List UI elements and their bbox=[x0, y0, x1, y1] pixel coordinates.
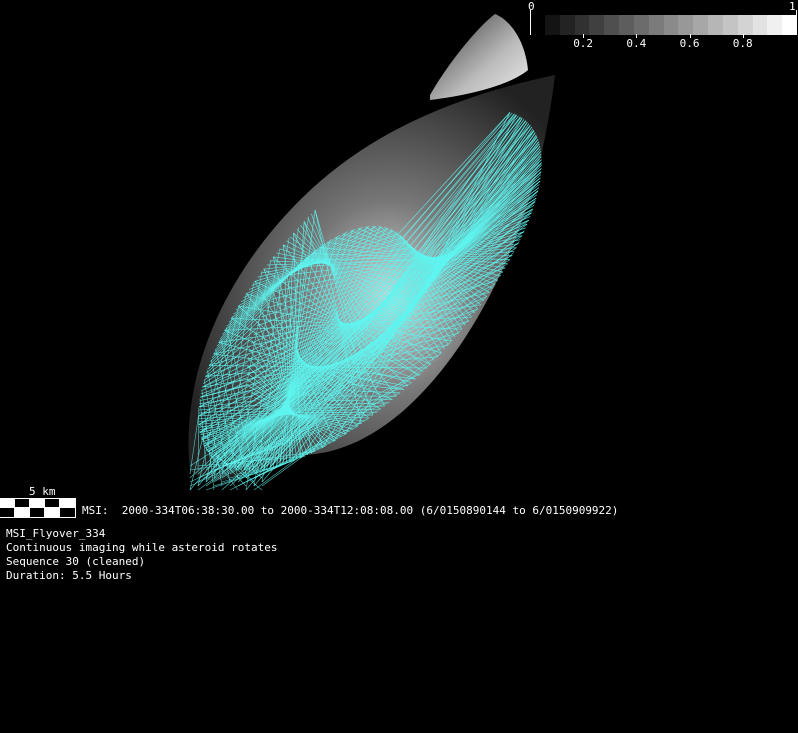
scale-bar-label: 5 km bbox=[29, 485, 56, 498]
colorbar-step bbox=[559, 15, 576, 35]
scale-bar-segment bbox=[29, 498, 46, 509]
colorbar-step bbox=[545, 15, 561, 35]
colorbar-step bbox=[678, 15, 694, 35]
colorbar-step bbox=[648, 15, 665, 35]
scale-bar-segment bbox=[0, 507, 16, 518]
scale-bar-segment bbox=[59, 507, 76, 518]
scale-bar-segment bbox=[44, 498, 61, 509]
scale-bar-segment bbox=[14, 498, 31, 509]
asteroid-view[interactable] bbox=[0, 0, 798, 733]
colorbar-step bbox=[752, 15, 768, 35]
sequence-duration: Duration: 5.5 Hours bbox=[6, 569, 132, 582]
colorbar-max-tick bbox=[796, 10, 797, 35]
colorbar-step bbox=[663, 15, 679, 35]
scale-bar-segment bbox=[44, 507, 61, 518]
colorbar-step bbox=[767, 15, 783, 35]
colorbar-tick-label: 0.4 bbox=[626, 37, 647, 50]
colorbar-step bbox=[693, 15, 709, 35]
colorbar-max-label: 1 bbox=[789, 0, 796, 13]
colorbar-step bbox=[722, 15, 739, 35]
scale-bar-segment bbox=[14, 507, 31, 518]
sequence-description: Continuous imaging while asteroid rotate… bbox=[6, 541, 278, 554]
colorbar-step bbox=[574, 15, 590, 35]
msi-time-range: MSI: 2000-334T06:38:30.00 to 2000-334T12… bbox=[82, 504, 619, 517]
sequence-title: MSI_Flyover_334 bbox=[6, 527, 106, 540]
asteroid-body bbox=[188, 75, 555, 481]
colorbar-step bbox=[633, 15, 650, 35]
colorbar-min-tick bbox=[530, 10, 531, 35]
colorbar-min-label: 0 bbox=[528, 0, 535, 13]
colorbar-step bbox=[589, 15, 605, 35]
sequence-number: Sequence 30 (cleaned) bbox=[6, 555, 146, 568]
colorbar-step bbox=[604, 15, 620, 35]
colorbar-step bbox=[619, 15, 635, 35]
scale-bar-segment bbox=[29, 507, 46, 518]
colorbar-tick-label: 0.8 bbox=[732, 37, 753, 50]
colorbar-step bbox=[737, 15, 754, 35]
scale-bar-segment bbox=[59, 498, 76, 509]
colorbar-tick-label: 0.2 bbox=[573, 37, 594, 50]
colorbar-step bbox=[708, 15, 724, 35]
colorbar-tick-label: 0.6 bbox=[679, 37, 700, 50]
scale-bar-segment bbox=[0, 498, 16, 509]
